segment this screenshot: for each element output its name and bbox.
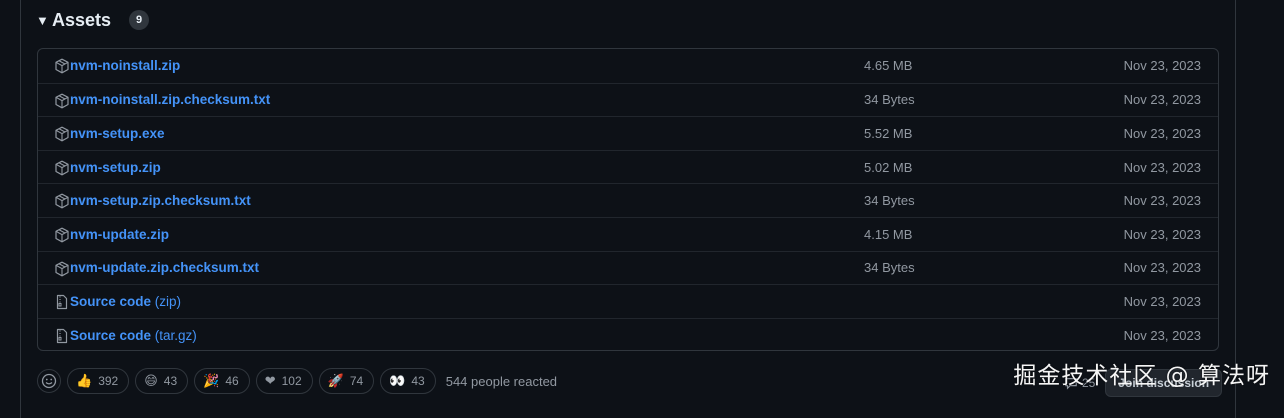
asset-date: Nov 23, 2023 — [1123, 92, 1201, 108]
asset-size: 34 Bytes — [864, 193, 915, 209]
asset-link[interactable]: nvm-setup.exe — [70, 126, 165, 141]
watermark: 掘金技术社区 @ 算法呀 — [1013, 363, 1270, 389]
reaction-eyes[interactable]: 👀 43 — [380, 368, 436, 394]
asset-size: 5.52 MB — [864, 125, 913, 141]
asset-size: 4.15 MB — [864, 226, 913, 242]
asset-date: Nov 23, 2023 — [1123, 226, 1201, 242]
thumbs-up-icon: 👍 — [76, 373, 93, 388]
package-icon — [54, 261, 70, 277]
laugh-icon: 😄 — [144, 373, 158, 388]
asset-row: nvm-noinstall.zip 4.65 MB Nov 23, 2023 — [38, 49, 1218, 83]
asset-row: Source code (tar.gz) Nov 23, 2023 — [38, 317, 1218, 350]
asset-date: Nov 23, 2023 — [1123, 159, 1201, 175]
reaction-rocket[interactable]: 🚀 74 — [318, 368, 375, 394]
asset-size: 34 Bytes — [864, 92, 915, 108]
asset-link[interactable]: nvm-noinstall.zip — [70, 58, 180, 73]
asset-row: nvm-update.zip 4.15 MB Nov 23, 2023 — [38, 216, 1218, 251]
asset-size: 4.65 MB — [864, 58, 913, 74]
reaction-laugh[interactable]: 😄 43 — [135, 368, 189, 394]
add-reaction-button[interactable] — [37, 369, 61, 393]
asset-date: Nov 23, 2023 — [1123, 327, 1201, 343]
asset-link[interactable]: nvm-noinstall.zip.checksum.txt — [70, 92, 270, 107]
caret-down-icon: ▼ — [36, 12, 49, 28]
asset-link[interactable]: nvm-setup.zip.checksum.txt — [70, 193, 251, 208]
hooray-icon: 🎉 — [203, 373, 220, 388]
asset-row: nvm-setup.zip.checksum.txt 34 Bytes Nov … — [38, 183, 1218, 217]
asset-date: Nov 23, 2023 — [1123, 293, 1201, 309]
file-zip-icon — [54, 328, 70, 344]
reaction-count: 102 — [281, 374, 302, 388]
asset-row: nvm-setup.exe 5.52 MB Nov 23, 2023 — [38, 116, 1218, 150]
package-icon — [54, 160, 70, 176]
asset-size: 34 Bytes — [864, 260, 915, 276]
smiley-icon — [41, 373, 57, 389]
rocket-icon: 🚀 — [327, 373, 344, 388]
asset-list: nvm-noinstall.zip 4.65 MB Nov 23, 2023 n… — [37, 48, 1219, 351]
asset-link[interactable]: nvm-update.zip — [70, 227, 169, 242]
asset-date: Nov 23, 2023 — [1123, 58, 1201, 74]
reaction-hooray[interactable]: 🎉 46 — [194, 368, 250, 394]
asset-row: Source code (zip) Nov 23, 2023 — [38, 284, 1218, 318]
assets-title: Assets — [52, 9, 112, 30]
reaction-count: 43 — [163, 374, 178, 388]
package-icon — [54, 126, 70, 142]
asset-row: nvm-update.zip.checksum.txt 34 Bytes Nov… — [38, 250, 1218, 285]
package-icon — [54, 93, 70, 109]
asset-row: nvm-noinstall.zip.checksum.txt 34 Bytes … — [38, 82, 1218, 117]
reaction-heart[interactable]: ❤ 102 — [255, 368, 313, 394]
reaction-count: 46 — [225, 374, 239, 388]
asset-size: 5.02 MB — [864, 159, 913, 175]
file-zip-icon — [54, 294, 70, 310]
package-icon — [54, 193, 70, 209]
assets-count-badge: 9 — [129, 10, 150, 30]
reaction-count: 392 — [98, 374, 119, 388]
reactions-bar: 👍 392 😄 43 🎉 46 ❤ 102 🚀 74 👀 43 544 people reacted — [37, 368, 557, 394]
asset-row: nvm-setup.zip 5.02 MB Nov 23, 2023 — [38, 149, 1218, 184]
package-icon — [54, 227, 70, 243]
heart-icon: ❤ — [264, 373, 276, 388]
reactions-summary: 544 people reacted — [445, 373, 558, 389]
asset-date: Nov 23, 2023 — [1123, 193, 1201, 209]
package-icon — [54, 58, 70, 74]
reaction-count: 43 — [411, 374, 425, 388]
asset-link[interactable]: nvm-setup.zip — [70, 160, 161, 175]
reaction-thumbs-up[interactable]: 👍 392 — [67, 368, 130, 394]
asset-link[interactable]: nvm-update.zip.checksum.txt — [70, 260, 259, 275]
assets-toggle[interactable]: ▼ Assets 9 — [36, 8, 150, 32]
asset-link[interactable]: Source code (zip) — [70, 294, 181, 309]
asset-date: Nov 23, 2023 — [1123, 260, 1201, 276]
reaction-count: 74 — [349, 374, 364, 388]
asset-date: Nov 23, 2023 — [1123, 125, 1201, 141]
eyes-icon: 👀 — [389, 373, 406, 388]
asset-link[interactable]: Source code (tar.gz) — [70, 328, 197, 343]
